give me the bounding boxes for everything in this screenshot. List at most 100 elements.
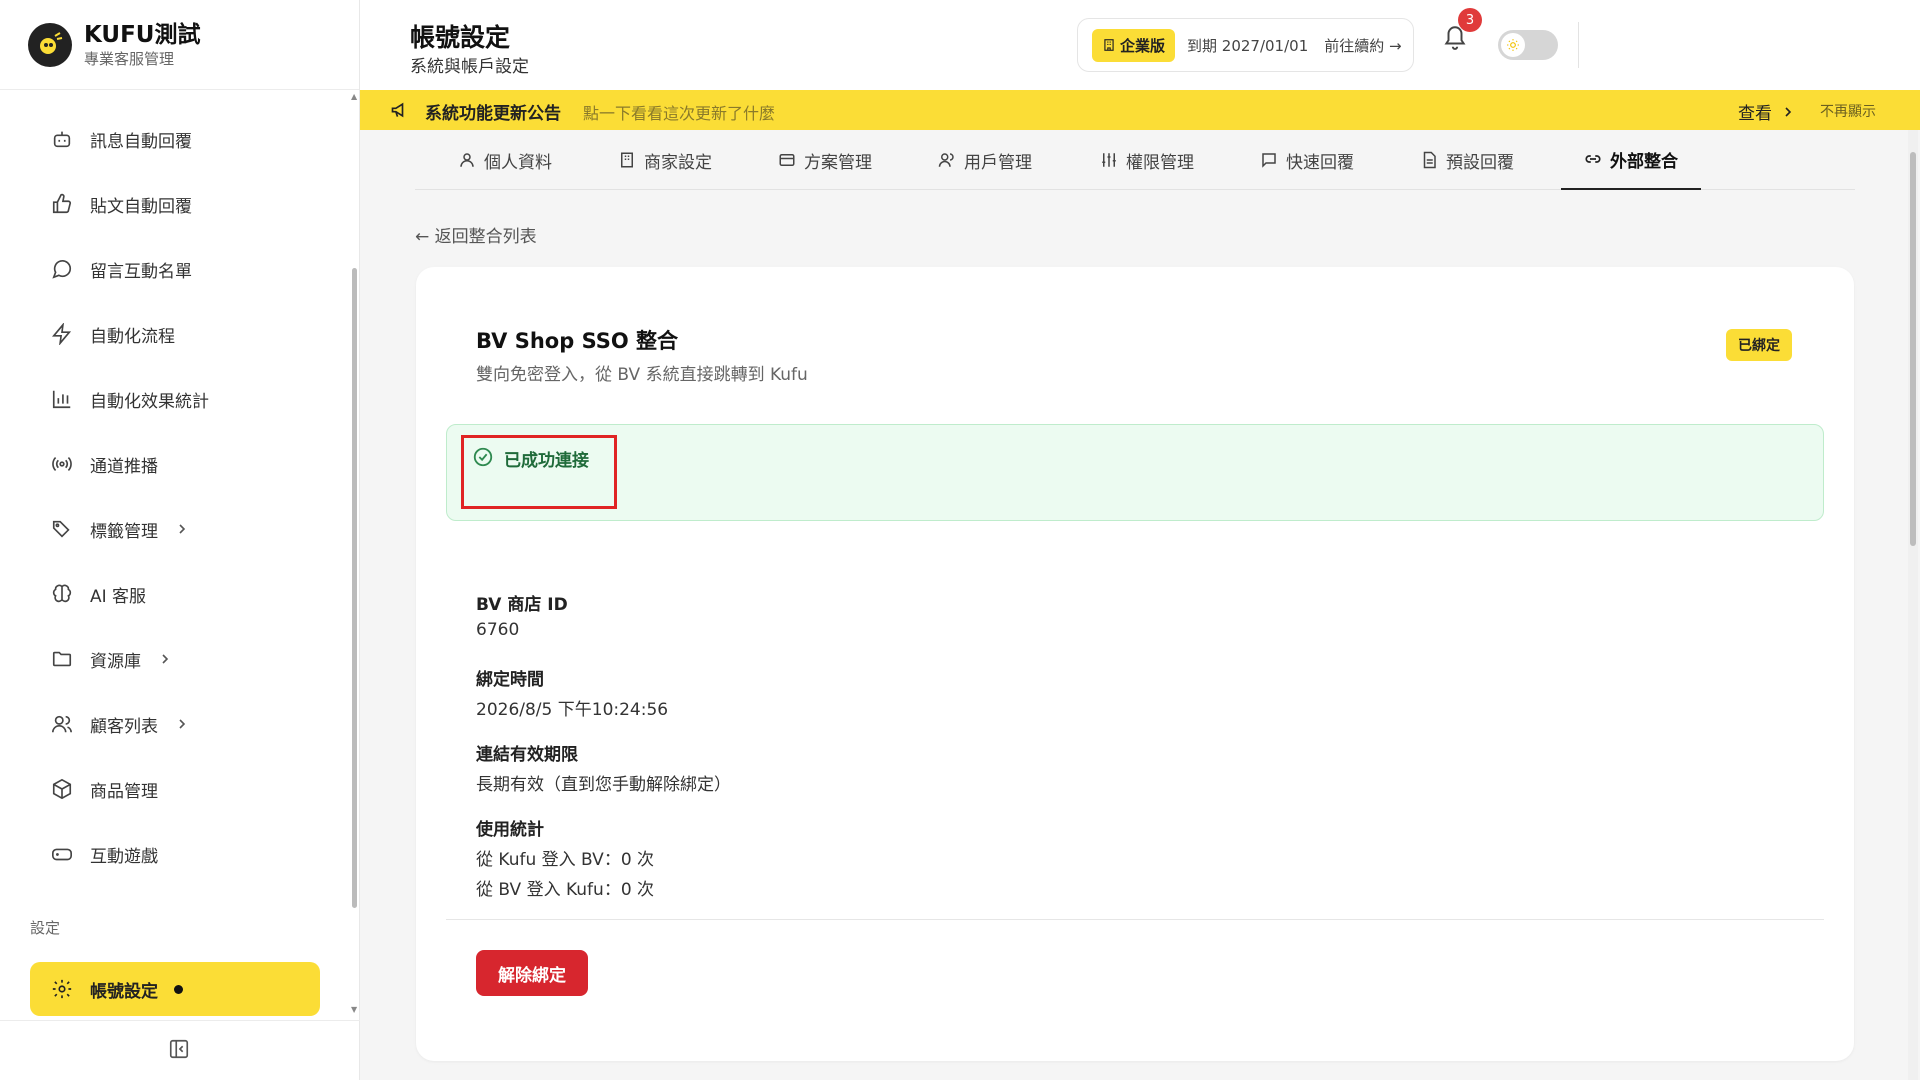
gamepad-icon	[48, 840, 76, 868]
dismiss-announcement-button[interactable]: 不再顯示	[1820, 101, 1876, 121]
tags-icon	[48, 515, 76, 543]
sidebar-item-tags[interactable]: 標籤管理	[48, 509, 188, 549]
active-dot	[174, 984, 183, 994]
brand-name: KUFU測試	[84, 21, 201, 48]
back-to-integrations-link[interactable]: ← 返回整合列表	[415, 222, 537, 247]
announcement-bar: 系統功能更新公告 點一下看看這次更新了什麼 查看 不再顯示	[360, 90, 1920, 130]
sidebar-item-automation-stats[interactable]: 自動化效果統計	[48, 379, 209, 419]
link-validity-value: 長期有效（直到您手動解除綁定）	[476, 775, 731, 795]
store-id-value: 6760	[476, 620, 520, 640]
message-square-icon	[1260, 151, 1278, 169]
sidebar-item-label: 自動化效果統計	[90, 391, 209, 412]
sidebar: KUFU測試 專業客服管理 訊息自動回覆 貼文自動回覆 留言互動名單 自動化流程…	[0, 0, 360, 1080]
message-circle-icon	[48, 255, 76, 283]
sidebar-item-automation-flow[interactable]: 自動化流程	[48, 314, 175, 354]
usage-stats-label: 使用統計	[476, 820, 544, 840]
plan-badge: 企業版	[1092, 28, 1176, 62]
scroll-up-arrow[interactable]: ▲	[351, 92, 357, 101]
settings-tabs: 個人資料 商家設定 方案管理 用戶管理 權限管理 快速回覆 預設回覆 外部整合	[415, 130, 1855, 190]
plan-info: 企業版 到期 2027/01/01 前往續約 →	[1077, 18, 1414, 72]
main-content: 個人資料 商家設定 方案管理 用戶管理 權限管理 快速回覆 預設回覆 外部整合	[360, 130, 1920, 1080]
sidebar-item-post-auto-reply[interactable]: 貼文自動回覆	[48, 184, 192, 224]
building-icon	[1102, 38, 1116, 52]
settings-section-label: 設定	[30, 919, 61, 937]
sidebar-divider	[0, 1020, 360, 1021]
tab-plan-management[interactable]: 方案管理	[778, 130, 872, 190]
bot-icon	[48, 125, 76, 153]
usage-stat-bv-to-kufu: 從 BV 登入 Kufu：0 次	[476, 880, 655, 900]
tab-merchant-settings[interactable]: 商家設定	[618, 130, 712, 190]
chevron-right-icon	[176, 718, 188, 730]
user-icon	[458, 151, 476, 169]
sidebar-item-message-auto-reply[interactable]: 訊息自動回覆	[48, 119, 192, 159]
tab-label: 用戶管理	[964, 152, 1032, 173]
sidebar-item-label: 自動化流程	[90, 326, 175, 347]
tab-user-management[interactable]: 用戶管理	[938, 130, 1032, 190]
thumbs-up-icon	[48, 190, 76, 218]
sidebar-scrollbar[interactable]	[352, 268, 357, 908]
sidebar-item-comment-list[interactable]: 留言互動名單	[48, 249, 192, 289]
announcement-text[interactable]: 點一下看看這次更新了什麼	[583, 100, 775, 124]
tab-label: 權限管理	[1126, 152, 1194, 173]
package-icon	[48, 775, 76, 803]
check-circle-icon	[472, 446, 494, 468]
integration-title: BV Shop SSO 整合	[476, 329, 679, 353]
renew-link[interactable]: 前往續約 →	[1324, 35, 1401, 56]
connection-status-box: 已成功連接	[446, 424, 1824, 521]
sidebar-item-label: 互動遊戲	[90, 846, 158, 867]
bar-chart-icon	[48, 385, 76, 413]
users-icon	[48, 710, 76, 738]
link-validity-label: 連結有效期限	[476, 745, 578, 765]
tab-profile[interactable]: 個人資料	[458, 130, 552, 190]
sliders-icon	[1100, 151, 1118, 169]
announcement-title: 系統功能更新公告	[425, 104, 561, 124]
sidebar-item-label: AI 客服	[90, 586, 147, 607]
brain-icon	[48, 580, 76, 608]
announcement-view-link[interactable]: 查看	[1738, 99, 1794, 124]
tab-label: 個人資料	[484, 152, 552, 173]
highlight-box: 已成功連接	[461, 435, 617, 509]
store-id-label: BV 商店 ID	[476, 595, 568, 615]
sidebar-nav: 訊息自動回覆 貼文自動回覆 留言互動名單 自動化流程 自動化效果統計 通道推播 …	[0, 92, 352, 1012]
tab-external-integration[interactable]: 外部整合	[1561, 130, 1701, 190]
notification-count-badge: 3	[1458, 8, 1482, 32]
collapse-sidebar-icon[interactable]	[168, 1038, 190, 1060]
connection-status-text: 已成功連接	[504, 451, 589, 471]
sidebar-item-label: 商品管理	[90, 781, 158, 802]
zap-icon	[48, 320, 76, 348]
tab-quick-reply[interactable]: 快速回覆	[1260, 130, 1354, 190]
tab-label: 方案管理	[804, 152, 872, 173]
unbind-button[interactable]: 解除綁定	[476, 950, 588, 996]
theme-toggle[interactable]	[1498, 30, 1558, 60]
megaphone-icon	[390, 100, 410, 120]
building-icon	[618, 151, 636, 169]
page-subtitle: 系統與帳戶設定	[410, 57, 529, 77]
header-divider	[1578, 22, 1579, 68]
plan-expiry: 到期 2027/01/01	[1187, 36, 1309, 55]
page-title: 帳號設定	[410, 23, 511, 52]
sidebar-item-account-settings[interactable]: 帳號設定	[30, 962, 320, 1016]
chevron-right-icon	[1782, 106, 1794, 118]
sidebar-item-label: 通道推播	[90, 456, 158, 477]
brand-subtitle: 專業客服管理	[84, 49, 175, 68]
main-scrollbar[interactable]	[1910, 152, 1916, 546]
bind-time-value: 2026/8/5 下午10:24:56	[476, 700, 669, 720]
sidebar-item-customers[interactable]: 顧客列表	[48, 704, 188, 744]
sidebar-item-ai-service[interactable]: AI 客服	[48, 574, 146, 614]
sidebar-item-games[interactable]: 互動遊戲	[48, 834, 158, 874]
scroll-down-arrow[interactable]: ▼	[351, 1005, 357, 1014]
bind-time-label: 綁定時間	[476, 670, 544, 690]
tab-permissions[interactable]: 權限管理	[1100, 130, 1194, 190]
file-text-icon	[1420, 151, 1438, 169]
brand: KUFU測試 專業客服管理	[0, 0, 359, 90]
sidebar-item-resources[interactable]: 資源庫	[48, 639, 171, 679]
sidebar-item-label: 顧客列表	[90, 716, 158, 737]
gear-icon	[48, 975, 76, 1003]
sidebar-item-broadcast[interactable]: 通道推播	[48, 444, 158, 484]
tab-label: 商家設定	[644, 152, 712, 173]
users-icon	[938, 151, 956, 169]
card-divider	[446, 919, 1824, 920]
tab-default-reply[interactable]: 預設回覆	[1420, 130, 1514, 190]
brand-logo	[28, 22, 72, 67]
sidebar-item-products[interactable]: 商品管理	[48, 769, 158, 809]
